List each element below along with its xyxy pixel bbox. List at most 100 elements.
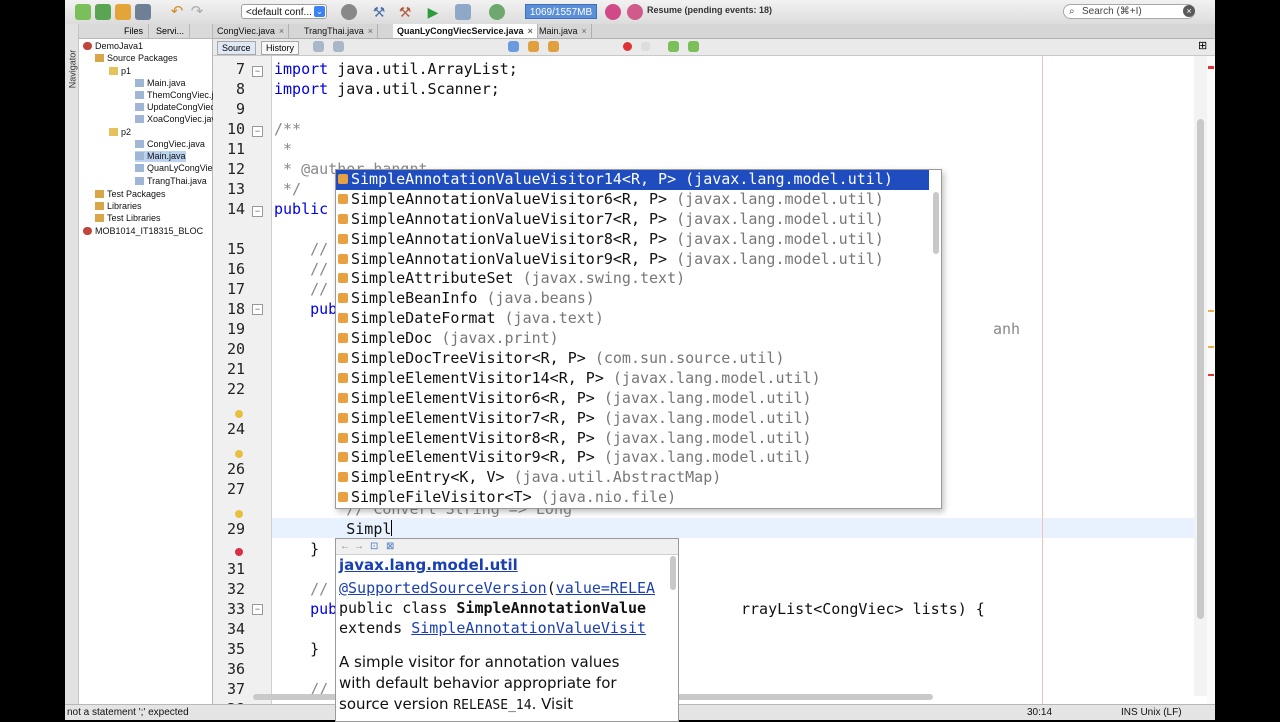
- warning-icon[interactable]: [235, 450, 243, 458]
- back-icon[interactable]: [313, 41, 324, 52]
- completion-item[interactable]: SimpleElementVisitor14<R, P> (javax.lang…: [336, 369, 941, 389]
- stop-macro-icon[interactable]: [641, 42, 650, 51]
- new-file-icon[interactable]: [75, 4, 91, 20]
- tree-item[interactable]: Source Packages: [95, 53, 178, 64]
- close-icon[interactable]: ×: [582, 26, 587, 36]
- code-line[interactable]: import java.util.Scanner;: [274, 80, 500, 98]
- fold-icon[interactable]: −: [252, 206, 263, 217]
- code-line[interactable]: //: [274, 240, 328, 258]
- completion-item[interactable]: SimpleElementVisitor8<R, P> (javax.lang.…: [336, 429, 941, 449]
- tree-item[interactable]: XoaCongViec.jav: [135, 114, 216, 125]
- completion-item[interactable]: SimpleAnnotationValueVisitor6<R, P> (jav…: [336, 190, 941, 210]
- goto-source-icon[interactable]: ⊠: [386, 541, 394, 552]
- warning-mark[interactable]: [1208, 346, 1214, 348]
- target-icon[interactable]: [341, 4, 357, 20]
- completion-scroll-thumb[interactable]: [933, 192, 939, 254]
- tree-item[interactable]: Test Libraries: [95, 213, 161, 224]
- completion-item[interactable]: SimpleAnnotationValueVisitor7<R, P> (jav…: [336, 210, 941, 230]
- prev-bookmark-icon[interactable]: [528, 41, 539, 52]
- completion-item[interactable]: SimpleAnnotationValueVisitor9<R, P> (jav…: [336, 250, 941, 270]
- tab-services[interactable]: Servi...: [151, 24, 191, 38]
- completion-item[interactable]: SimpleDocTreeVisitor<R, P> (com.sun.sour…: [336, 349, 941, 369]
- tree-item[interactable]: Main.java: [135, 151, 186, 162]
- build-icon[interactable]: ⚒: [371, 4, 387, 20]
- resume-label[interactable]: Resume (pending events: 18): [647, 5, 772, 15]
- memory-indicator[interactable]: 1069/1557MB: [525, 4, 597, 19]
- javadoc-package-link[interactable]: javax.lang.model.util: [339, 556, 518, 574]
- find-icon[interactable]: [508, 41, 519, 52]
- close-icon[interactable]: ×: [368, 26, 373, 36]
- configuration-select[interactable]: <default conf... ⌄: [241, 4, 327, 19]
- code-line[interactable]: /**: [274, 120, 301, 138]
- tree-item[interactable]: MOB1014_IT18315_BLOC: [83, 226, 203, 237]
- comment-icon[interactable]: [668, 41, 679, 52]
- record-macro-icon[interactable]: [623, 42, 632, 51]
- tab-files[interactable]: Files: [119, 24, 150, 38]
- code-line-current[interactable]: Simpl: [274, 520, 393, 538]
- tree-item[interactable]: Libraries: [95, 201, 142, 212]
- run-icon[interactable]: ▶: [425, 4, 441, 20]
- resume-icon[interactable]: [627, 4, 643, 20]
- fold-icon[interactable]: −: [252, 304, 263, 315]
- tree-item[interactable]: TrangThai.java: [135, 176, 207, 187]
- open-browser-icon[interactable]: ⊡: [370, 541, 378, 552]
- error-icon[interactable]: [235, 548, 243, 556]
- tab-trangthai[interactable]: TrangThai.java ×: [300, 24, 378, 38]
- forward-icon[interactable]: [333, 41, 344, 52]
- code-line[interactable]: *: [274, 140, 292, 158]
- javadoc-scroll-thumb[interactable]: [670, 556, 676, 590]
- search-input[interactable]: ⌕ Search (⌘+I): [1063, 4, 1195, 19]
- warning-icon[interactable]: [235, 410, 243, 418]
- tree-item[interactable]: DemoJava1: [83, 41, 143, 52]
- code-line[interactable]: anh: [993, 320, 1020, 338]
- close-icon[interactable]: ×: [279, 26, 284, 36]
- code-line[interactable]: //: [274, 580, 328, 598]
- gc-icon[interactable]: [605, 4, 621, 20]
- error-mark[interactable]: [1208, 66, 1214, 69]
- next-bookmark-icon[interactable]: [548, 41, 559, 52]
- source-button[interactable]: Source: [217, 41, 256, 55]
- tree-item[interactable]: CongViec.java: [135, 139, 205, 150]
- code-line[interactable]: }: [274, 540, 319, 558]
- completion-item[interactable]: SimpleDoc (javax.print): [336, 329, 941, 349]
- completion-item[interactable]: SimpleFileVisitor<T> (java.nio.file): [336, 488, 941, 508]
- redo-icon[interactable]: ↷: [189, 4, 205, 20]
- completion-item[interactable]: SimpleAttributeSet (javax.swing.text): [336, 269, 941, 289]
- forward-icon[interactable]: →: [354, 541, 364, 552]
- tree-item[interactable]: p2: [109, 127, 131, 138]
- vertical-scroll-thumb[interactable]: [1197, 119, 1204, 619]
- completion-item[interactable]: SimpleBeanInfo (java.beans): [336, 289, 941, 309]
- new-project-icon[interactable]: [95, 4, 111, 20]
- fold-icon[interactable]: −: [252, 126, 263, 137]
- clear-search-icon[interactable]: ×: [1183, 5, 1195, 17]
- completion-item[interactable]: SimpleEntry<K, V> (java.util.AbstractMap…: [336, 468, 941, 488]
- tab-main[interactable]: Main.java ×: [535, 24, 592, 38]
- code-line[interactable]: //: [274, 280, 328, 298]
- warning-mark[interactable]: [1208, 310, 1214, 312]
- back-icon[interactable]: ←: [340, 541, 350, 552]
- completion-item[interactable]: SimpleElementVisitor7<R, P> (javax.lang.…: [336, 409, 941, 429]
- completion-item[interactable]: SimpleAnnotationValueVisitor8<R, P> (jav…: [336, 230, 941, 250]
- navigator-strip[interactable]: Navigator: [65, 24, 79, 704]
- completion-item[interactable]: SimpleElementVisitor9<R, P> (javax.lang.…: [336, 448, 941, 468]
- completion-item[interactable]: SimpleDateFormat (java.text): [336, 309, 941, 329]
- open-project-icon[interactable]: [115, 4, 131, 20]
- code-line[interactable]: }: [274, 640, 319, 658]
- code-line[interactable]: //: [274, 260, 328, 278]
- tree-item[interactable]: Main.java: [135, 78, 186, 89]
- tree-item[interactable]: ThemCongViec.j: [135, 90, 213, 101]
- fold-icon[interactable]: −: [252, 66, 263, 77]
- error-stripe[interactable]: [1207, 56, 1215, 704]
- code-line[interactable]: rrayList<CongViec> lists) {: [741, 600, 985, 618]
- split-icon[interactable]: ⊞: [1198, 41, 1209, 52]
- tree-item[interactable]: p1: [109, 66, 131, 77]
- completion-item[interactable]: SimpleAnnotationValueVisitor14<R, P> (ja…: [336, 170, 929, 190]
- debug-icon[interactable]: [455, 4, 471, 20]
- warning-icon[interactable]: [235, 510, 243, 518]
- close-icon[interactable]: ×: [528, 26, 533, 36]
- code-line[interactable]: */: [274, 180, 301, 198]
- fold-icon[interactable]: −: [252, 604, 263, 615]
- tree-item[interactable]: UpdateCongViec: [135, 102, 215, 113]
- completion-item[interactable]: SimpleElementVisitor6<R, P> (javax.lang.…: [336, 389, 941, 409]
- code-line[interactable]: pub: [274, 600, 337, 618]
